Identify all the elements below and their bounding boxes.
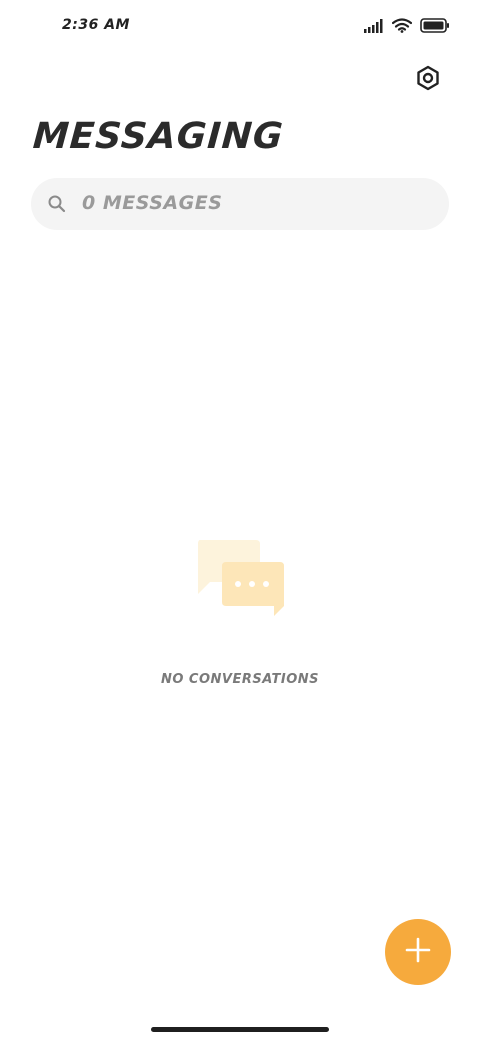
signal-icon — [364, 18, 384, 37]
new-conversation-button[interactable] — [385, 919, 451, 985]
status-icons — [364, 18, 450, 37]
status-bar: 2:36 AM — [0, 0, 480, 54]
chat-bubbles-icon — [196, 538, 286, 618]
battery-icon — [420, 18, 450, 37]
wifi-icon — [391, 18, 413, 37]
settings-button[interactable] — [413, 65, 443, 95]
search-placeholder: 0 MESSAGES — [82, 192, 223, 214]
empty-state-message: NO CONVERSATIONS — [160, 672, 320, 687]
home-indicator[interactable] — [151, 1027, 329, 1032]
search-icon — [47, 194, 67, 214]
page-title: MESSAGING — [31, 116, 285, 157]
plus-icon — [404, 936, 432, 968]
search-bar[interactable]: 0 MESSAGES — [31, 178, 449, 230]
status-time: 2:36 AM — [62, 17, 130, 33]
messaging-screen: 2:36 AM MESSAGING 0 MESSAGES NO CONVERSA… — [0, 0, 480, 1040]
settings-hexagon-icon — [415, 65, 441, 95]
